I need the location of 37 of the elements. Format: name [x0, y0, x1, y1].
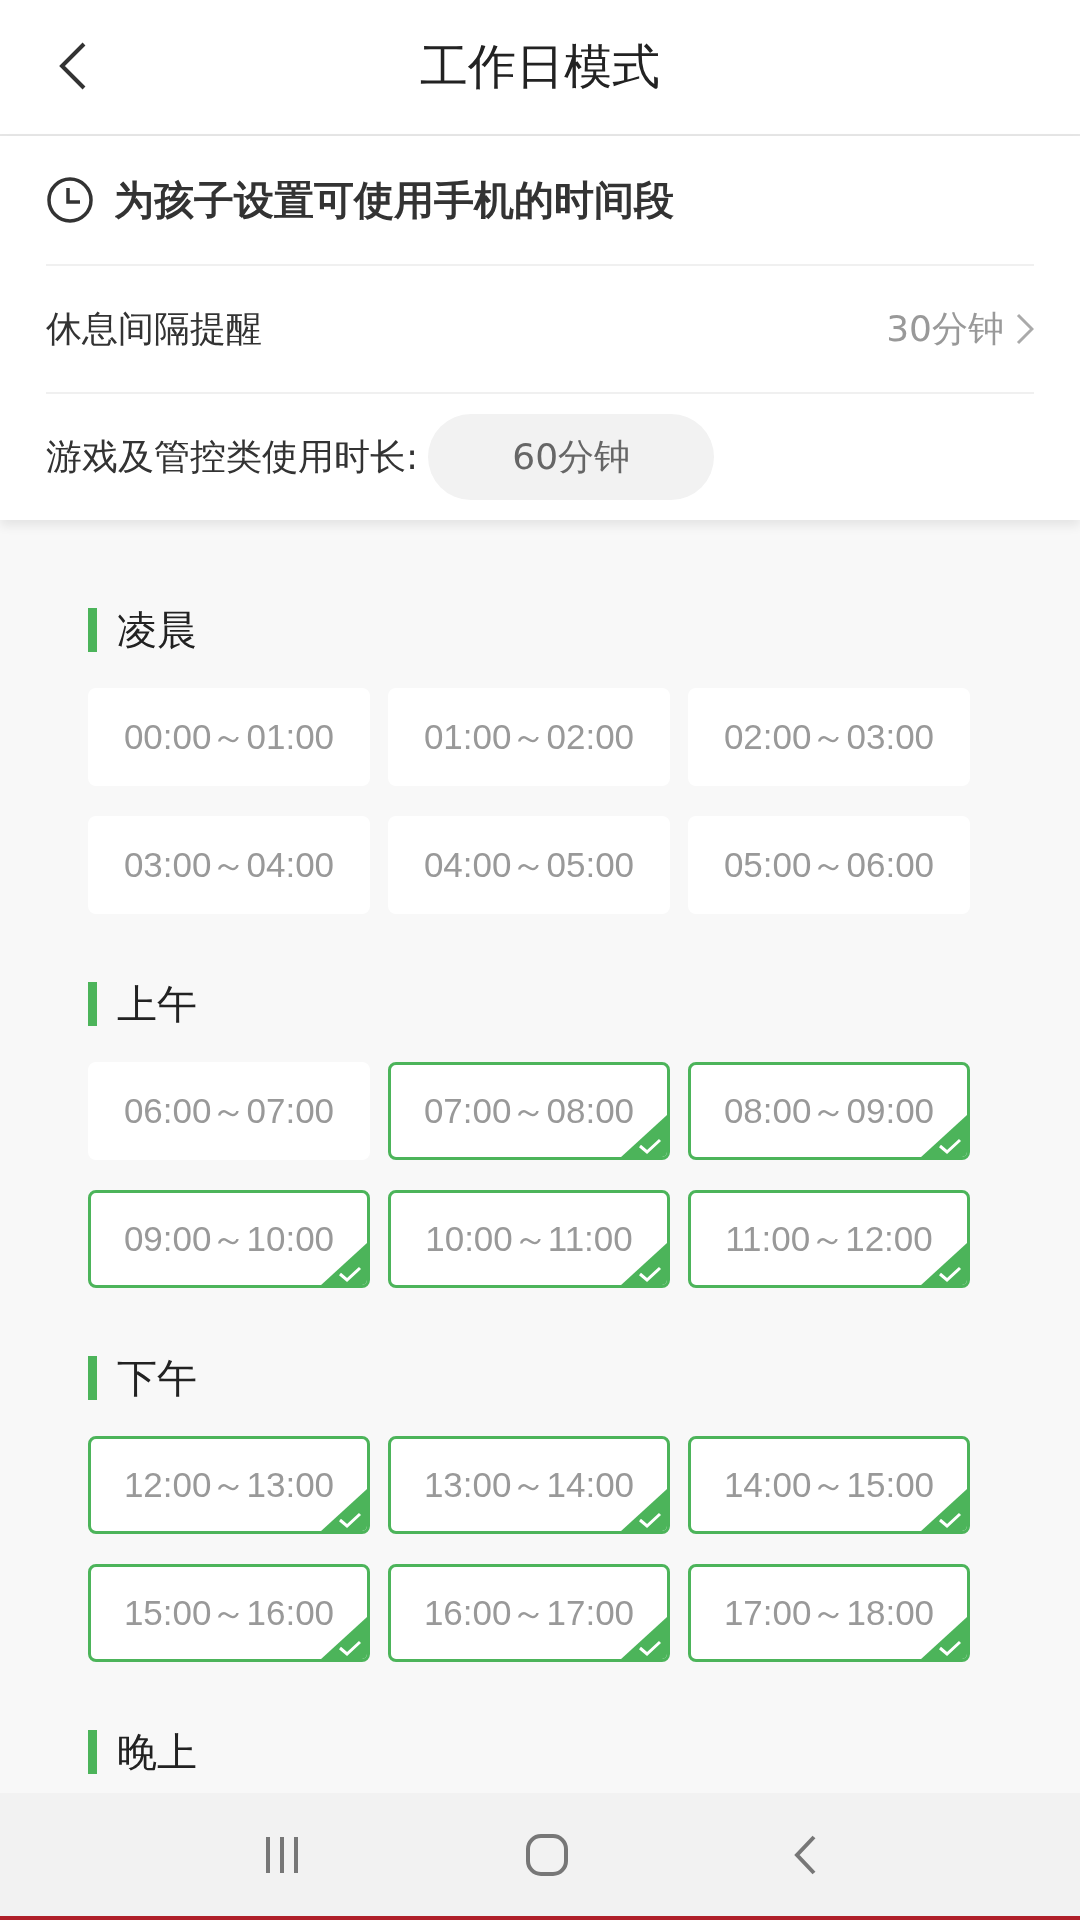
- reminder-value[interactable]: 30分钟: [886, 304, 1034, 354]
- section-title: 晚上: [117, 1727, 197, 1777]
- time-slot[interactable]: 03:00～04:00: [88, 816, 370, 914]
- time-slot[interactable]: 12:00～13:00: [88, 1436, 370, 1534]
- setting-label: 游戏及管控类使用时长:: [46, 434, 419, 479]
- time-slot[interactable]: 08:00～09:00: [688, 1062, 970, 1160]
- section-title: 上午: [117, 979, 197, 1029]
- page-title: 工作日模式: [420, 37, 660, 96]
- time-slot[interactable]: 10:00～11:00: [388, 1190, 670, 1288]
- time-slot[interactable]: 04:00～05:00: [388, 816, 670, 914]
- section-marker: [88, 1730, 97, 1774]
- time-slot[interactable]: 06:00～07:00: [88, 1062, 370, 1160]
- section-marker: [88, 1356, 97, 1400]
- section-marker: [88, 608, 97, 652]
- time-slot[interactable]: 11:00～12:00: [688, 1190, 970, 1288]
- time-slot[interactable]: 01:00～02:00: [388, 688, 670, 786]
- time-slot[interactable]: 14:00～15:00: [688, 1436, 970, 1534]
- time-slot[interactable]: 16:00～17:00: [388, 1564, 670, 1662]
- duration-button[interactable]: 60分钟: [428, 414, 715, 500]
- time-slot[interactable]: 15:00～16:00: [88, 1564, 370, 1662]
- time-slot[interactable]: 02:00～03:00: [688, 688, 970, 786]
- chevron-icon: [1016, 313, 1034, 345]
- time-slot[interactable]: 13:00～14:00: [388, 1436, 670, 1534]
- time-slot[interactable]: 05:00～06:00: [688, 816, 970, 914]
- back-icon: [58, 41, 88, 91]
- home-icon: [525, 1832, 569, 1877]
- section-marker: [88, 982, 97, 1026]
- time-slot[interactable]: 07:00～08:00: [388, 1062, 670, 1160]
- setting-label: 休息间隔提醒: [46, 306, 262, 351]
- time-slot[interactable]: 00:00～01:00: [88, 688, 370, 786]
- home-button[interactable]: [525, 1832, 569, 1877]
- section-heading: 为孩子设置可使用手机的时间段: [114, 175, 674, 225]
- section-title: 凌晨: [117, 605, 197, 655]
- time-slot[interactable]: 17:00～18:00: [688, 1564, 970, 1662]
- time-slot[interactable]: 09:00～10:00: [88, 1190, 370, 1288]
- clock-icon: [46, 176, 94, 224]
- section-title: 下午: [117, 1353, 197, 1403]
